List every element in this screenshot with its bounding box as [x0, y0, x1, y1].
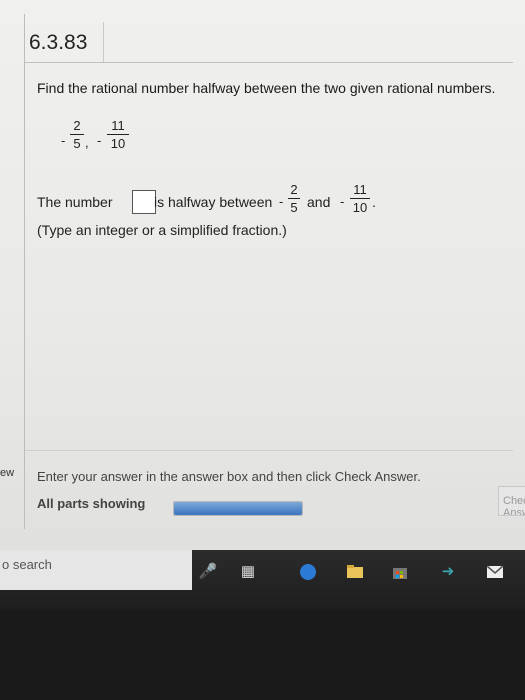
answer-input[interactable]: [132, 190, 156, 214]
taskbar-search-box[interactable]: o search: [0, 550, 192, 590]
given-b-sign: -: [97, 133, 102, 148]
answer-sentence: The number is halfway between - 2 5 and …: [37, 182, 417, 225]
sway-icon[interactable]: ➜: [438, 562, 458, 582]
problem-number: 6.3.83: [29, 31, 88, 54]
check-answer-button[interactable]: Check Answer: [498, 486, 525, 516]
mail-icon[interactable]: [485, 562, 505, 582]
sentence-b-fraction: 11 10: [350, 182, 370, 215]
fraction-bar: [350, 198, 370, 199]
edge-icon[interactable]: [298, 562, 318, 582]
given-b-numerator: 11: [111, 118, 125, 133]
status-message: Enter your answer in the answer box and …: [37, 469, 421, 484]
fraction-bar: [70, 134, 84, 135]
store-icon[interactable]: [390, 562, 410, 582]
sentence-b-numerator: 11: [353, 182, 367, 197]
browser-page: ew 6.3.83 Find the rational number halfw…: [0, 0, 525, 550]
given-a-fraction: 2 5: [70, 118, 84, 151]
fraction-bar: [288, 198, 300, 199]
sentence-a-sign: -: [279, 194, 284, 209]
given-a-denominator: 5: [73, 136, 81, 151]
sentence-middle: is halfway between: [154, 194, 273, 210]
microphone-icon[interactable]: 🎤: [198, 562, 218, 582]
sentence-a-numerator: 2: [290, 182, 298, 197]
left-edge-text: ew: [0, 467, 15, 479]
sentence-b-denominator: 10: [352, 200, 368, 215]
header-divider: [25, 62, 513, 63]
bottom-surface: [0, 610, 525, 700]
given-b-fraction: 11 10: [107, 118, 129, 151]
sentence-prefix: The number: [37, 194, 113, 210]
sentence-b-sign: -: [340, 194, 345, 209]
file-explorer-icon[interactable]: [345, 562, 365, 582]
given-b-denominator: 10: [110, 136, 126, 151]
task-view-icon[interactable]: ▦: [238, 562, 258, 582]
sentence-a-denominator: 5: [290, 200, 298, 215]
fraction-bar: [107, 134, 129, 135]
windows-taskbar: o search 🎤 ▦ ➜: [0, 550, 525, 610]
sentence-end: .: [372, 194, 376, 210]
parts-progress-fill: [174, 502, 302, 515]
footer-divider: [25, 450, 513, 451]
parts-progress-bar: [173, 501, 303, 516]
given-a-sign: -: [61, 133, 66, 148]
instruction-text: Find the rational number halfway between…: [37, 80, 496, 96]
given-a-numerator: 2: [73, 118, 81, 133]
given-separator: ,: [85, 135, 89, 150]
type-hint: (Type an integer or a simplified fractio…: [37, 222, 287, 238]
sentence-a-fraction: 2 5: [288, 182, 300, 215]
sentence-conj: and: [307, 194, 331, 210]
question-panel: 6.3.83 Find the rational number halfway …: [24, 14, 513, 529]
parts-showing-label: All parts showing: [37, 496, 146, 511]
given-numbers: - 2 5 , - 11 10: [61, 118, 171, 164]
